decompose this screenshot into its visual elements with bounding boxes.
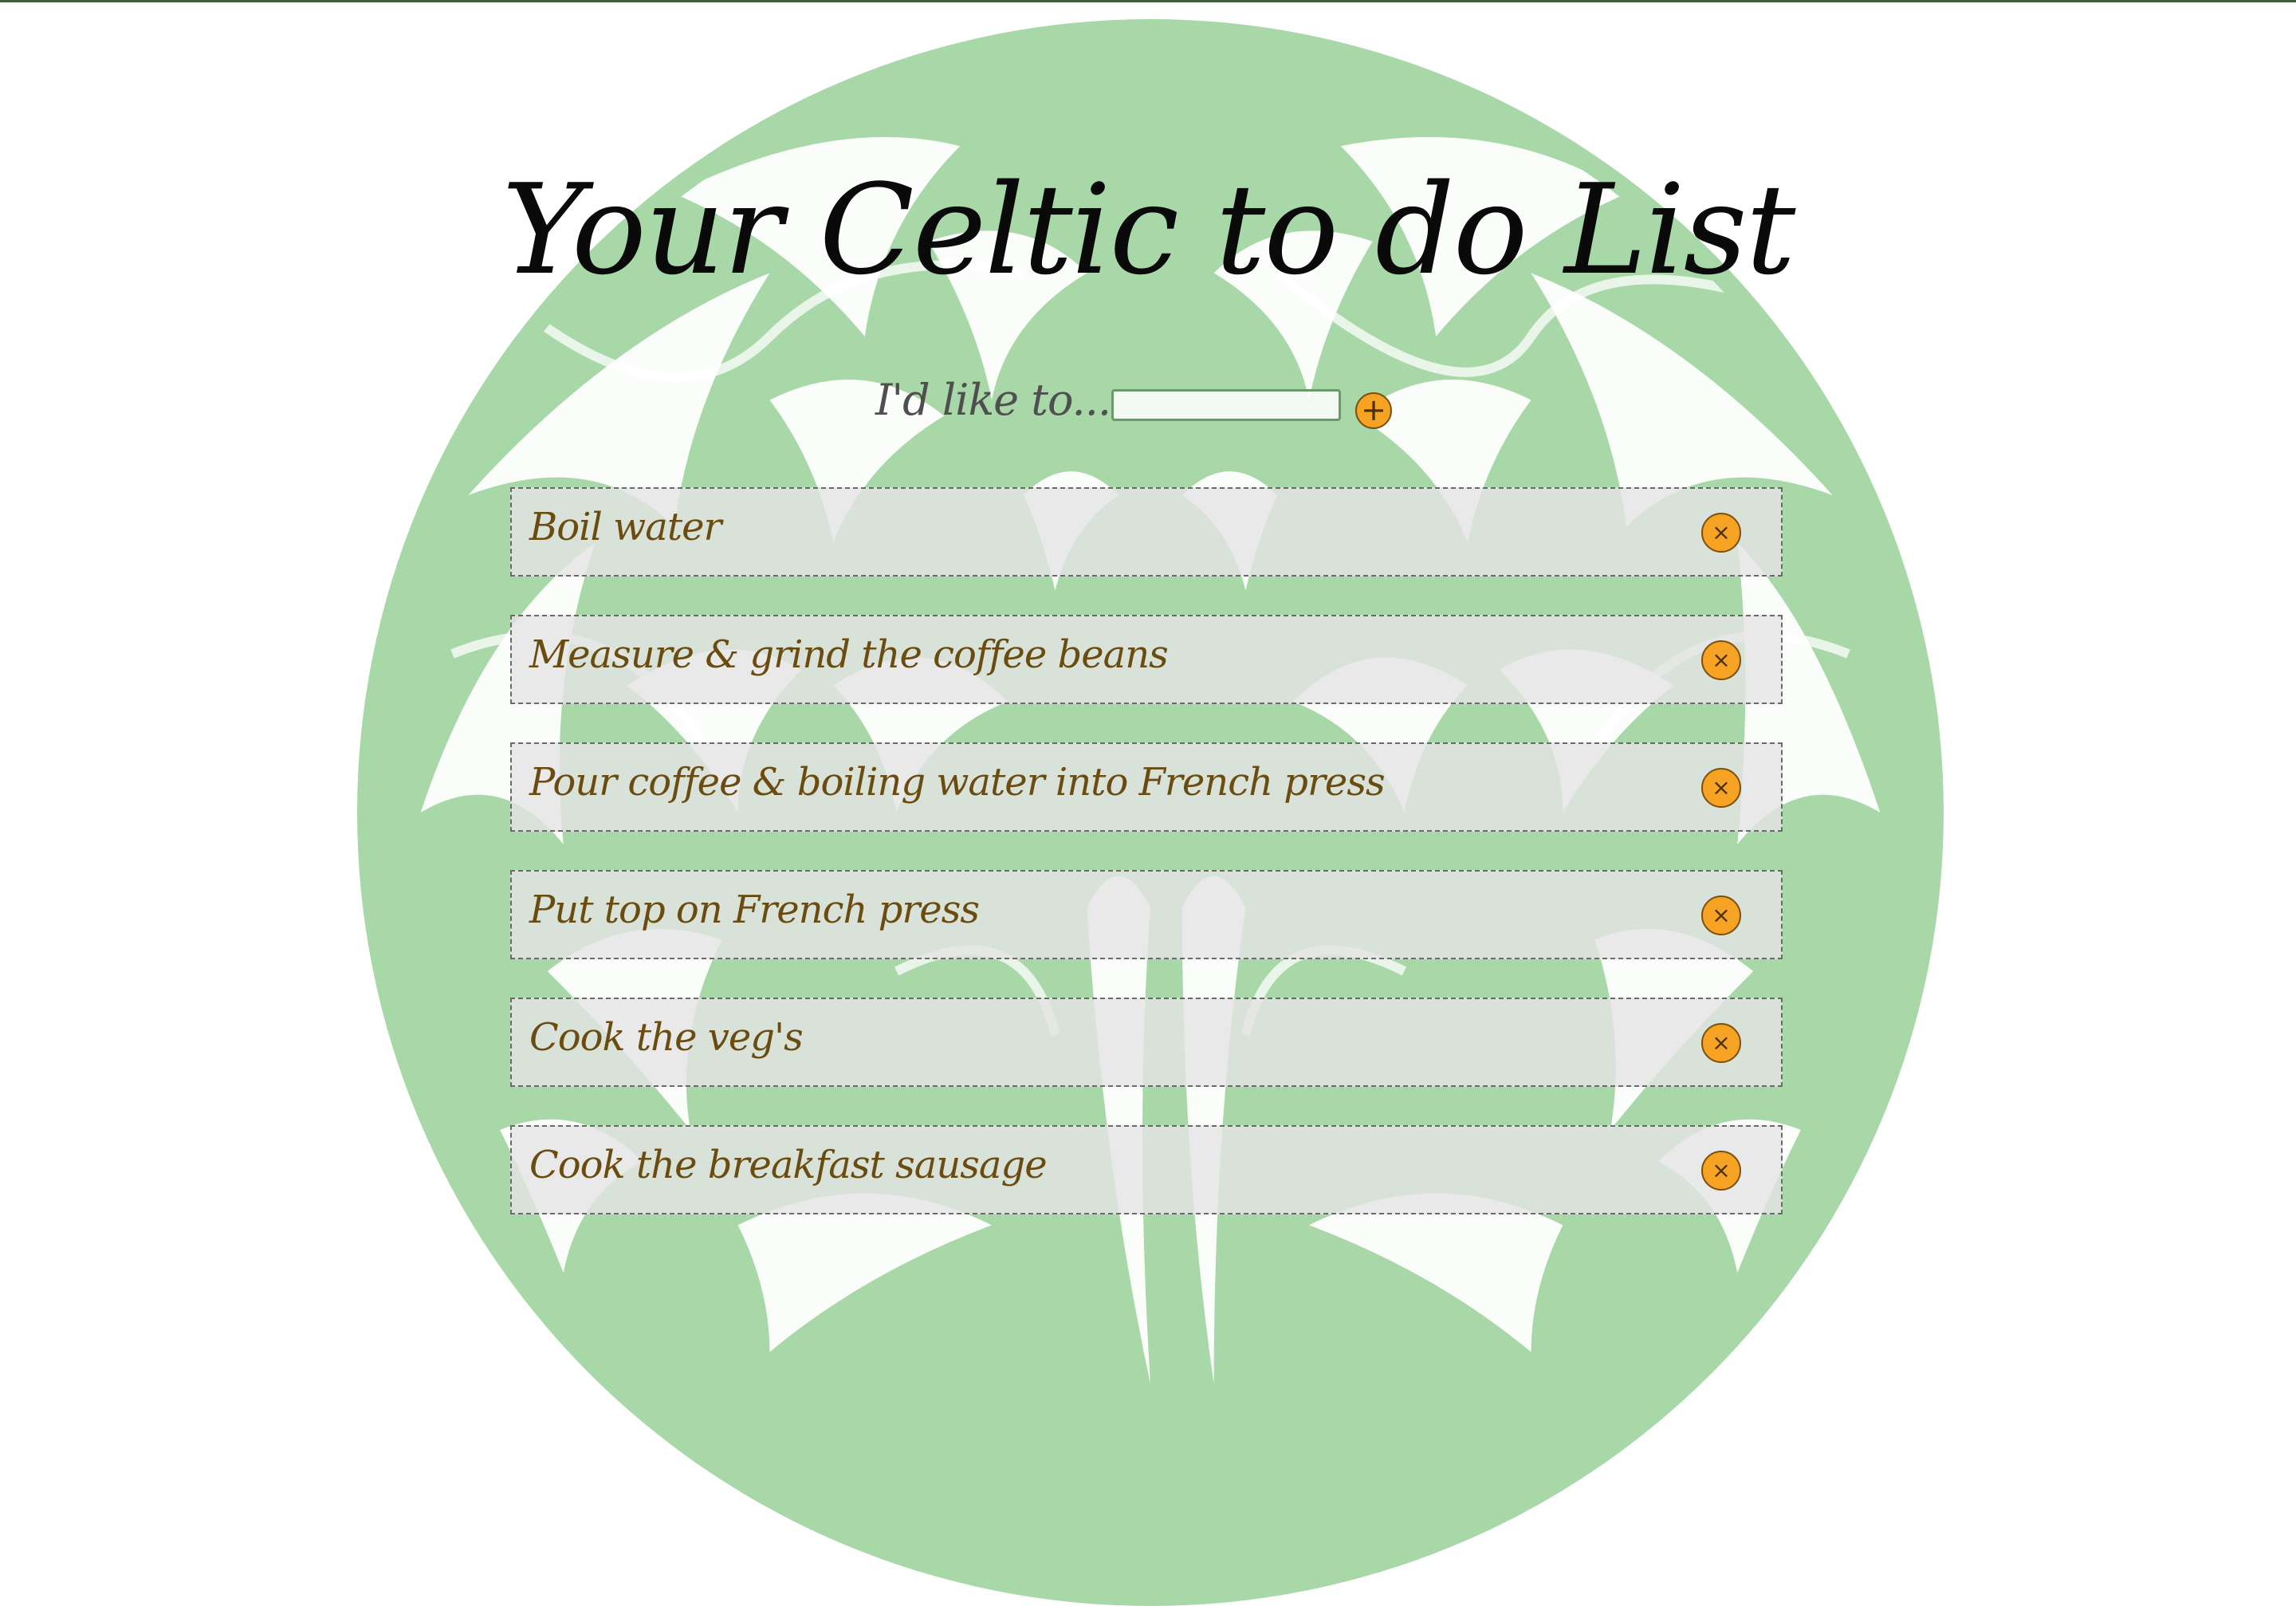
close-icon[interactable]: × [1701, 640, 1741, 680]
add-task-form: I'd like to... [0, 368, 2296, 432]
close-icon[interactable]: × [1701, 1023, 1741, 1063]
add-task-input[interactable] [1111, 389, 1341, 421]
todo-item-text: Cook the veg's [529, 1015, 804, 1060]
todo-item: Cook the veg's × [510, 998, 1783, 1087]
todo-item: Measure & grind the coffee beans × [510, 615, 1783, 704]
todo-item-text: Put top on French press [529, 888, 980, 932]
page-title: Your Celtic to do List [501, 157, 1796, 302]
todo-item-text: Pour coffee & boiling water into French … [529, 760, 1386, 805]
close-icon[interactable]: × [1701, 1151, 1741, 1191]
todo-item: Put top on French press × [510, 870, 1783, 959]
close-icon[interactable]: × [1701, 896, 1741, 935]
close-icon[interactable]: × [1701, 768, 1741, 808]
add-task-label: I'd like to... [875, 375, 1111, 425]
plus-icon[interactable]: + [1355, 392, 1392, 429]
todo-item: Cook the breakfast sausage × [510, 1125, 1783, 1214]
todo-item-text: Boil water [529, 505, 721, 549]
close-icon[interactable]: × [1701, 513, 1741, 553]
todo-item-text: Measure & grind the coffee beans [529, 632, 1169, 677]
top-border [0, 0, 2296, 2]
todo-item: Boil water × [510, 487, 1783, 577]
todo-item: Pour coffee & boiling water into French … [510, 742, 1783, 832]
todo-item-text: Cook the breakfast sausage [529, 1143, 1048, 1187]
